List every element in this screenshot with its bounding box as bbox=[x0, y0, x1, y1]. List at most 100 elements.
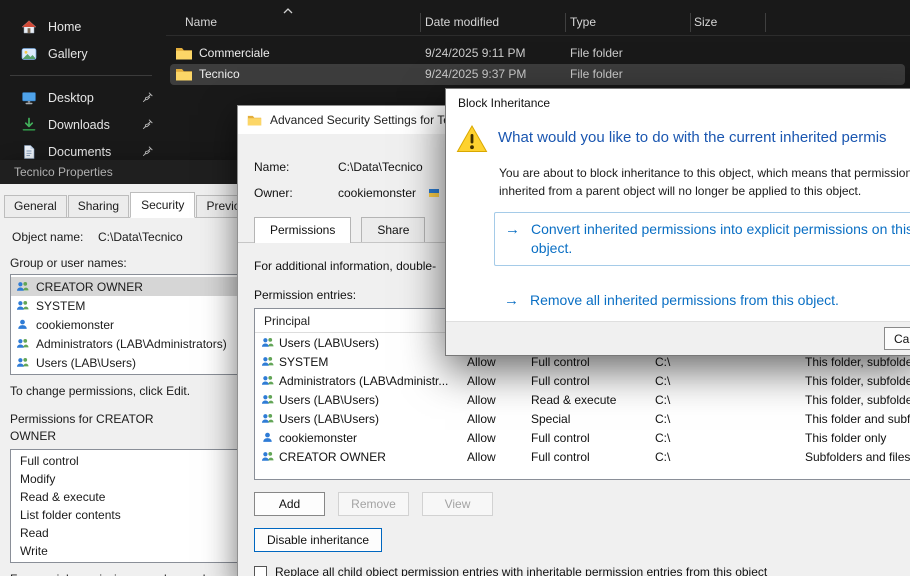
sidebar-item-gallery[interactable]: Gallery bbox=[0, 40, 166, 67]
sidebar-item-downloads[interactable]: Downloads bbox=[0, 111, 166, 138]
block-body-line2: inherited from a parent object will no l… bbox=[499, 182, 910, 200]
file-name: Commerciale bbox=[199, 46, 270, 60]
group-name: CREATOR OWNER bbox=[36, 280, 143, 294]
file-list-header: Name Date modified Type Size bbox=[166, 12, 910, 34]
group-icon bbox=[261, 450, 274, 463]
entry-applies-to: Subfolders and files ... bbox=[805, 450, 910, 464]
user-icon bbox=[261, 431, 274, 444]
column-separator bbox=[765, 13, 766, 32]
block-heading: What would you like to do with the curre… bbox=[498, 129, 887, 146]
remove-button[interactable]: Remove bbox=[338, 492, 409, 516]
entry-inherited-from: C:\ bbox=[655, 450, 670, 464]
name-label: Name: bbox=[254, 160, 338, 174]
properties-title: Tecnico Properties bbox=[14, 165, 113, 179]
disable-inheritance-button[interactable]: Disable inheritance bbox=[254, 528, 382, 552]
sidebar-item-label: Downloads bbox=[48, 118, 110, 132]
entry-access: Allow bbox=[467, 412, 496, 426]
entry-right: Full control bbox=[531, 374, 590, 388]
sidebar-item-home[interactable]: Home bbox=[0, 13, 166, 40]
sidebar-item-desktop[interactable]: Desktop bbox=[0, 84, 166, 111]
permission-entry-row[interactable]: cookiemonster Allow Full control C:\ Thi… bbox=[255, 428, 910, 447]
pin-icon bbox=[142, 118, 154, 130]
convert-permissions-command-link[interactable]: → Convert inherited permissions into exp… bbox=[494, 212, 910, 266]
object-name-value: C:\Data\Tecnico bbox=[98, 230, 183, 244]
entry-inherited-from: C:\ bbox=[655, 412, 670, 426]
tab-general[interactable]: General bbox=[4, 195, 67, 217]
entry-right: Full control bbox=[531, 431, 590, 445]
owner-badge-icon bbox=[428, 187, 440, 199]
pin-icon bbox=[142, 145, 154, 157]
permission-entry-row[interactable]: CREATOR OWNER Allow Full control C:\ Sub… bbox=[255, 447, 910, 466]
entry-access: Allow bbox=[467, 355, 496, 369]
group-name: Users (LAB\Users) bbox=[36, 356, 136, 370]
sidebar-separator bbox=[10, 75, 152, 76]
column-header-principal[interactable]: Principal bbox=[264, 314, 310, 328]
add-button[interactable]: Add bbox=[254, 492, 325, 516]
cancel-button[interactable]: Ca bbox=[884, 327, 910, 350]
arrow-right-icon: → bbox=[504, 291, 519, 311]
replace-permissions-checkbox[interactable] bbox=[254, 566, 267, 576]
entry-inherited-from: C:\ bbox=[655, 374, 670, 388]
command-link-label: Convert inherited permissions into expli… bbox=[531, 220, 910, 258]
command-link-label: Remove all inherited permissions from th… bbox=[530, 291, 839, 311]
block-title: Block Inheritance bbox=[458, 96, 550, 110]
warning-icon bbox=[456, 124, 488, 154]
permission-entry-row[interactable]: Administrators (LAB\Administr... Allow F… bbox=[255, 371, 910, 390]
permission-entry-row[interactable]: Users (LAB\Users) Allow Read & execute C… bbox=[255, 390, 910, 409]
file-row[interactable]: Commerciale 9/24/2025 9:11 PM File folde… bbox=[170, 43, 905, 64]
block-footer: Ca bbox=[446, 321, 910, 355]
home-icon bbox=[21, 19, 37, 35]
view-button[interactable]: View bbox=[422, 492, 493, 516]
owner-label: Owner: bbox=[254, 186, 338, 200]
remove-permissions-command-link[interactable]: → Remove all inherited permissions from … bbox=[494, 284, 910, 318]
permission-entry-row[interactable]: Users (LAB\Users) Allow Special C:\ This… bbox=[255, 409, 910, 428]
file-date-modified: 9/24/2025 9:11 PM bbox=[425, 46, 526, 60]
column-separator bbox=[420, 13, 421, 32]
advanced-settings-note: For special permissions or advanced sett… bbox=[10, 571, 245, 576]
block-body-line1: You are about to block inheritance to th… bbox=[499, 164, 910, 182]
group-icon bbox=[16, 337, 29, 350]
group-icon bbox=[16, 280, 29, 293]
entry-applies-to: This folder and subf... bbox=[805, 412, 910, 426]
permissions-for-label: Permissions for CREATOR OWNER bbox=[10, 411, 170, 445]
column-header-size[interactable]: Size bbox=[694, 15, 717, 29]
file-row-selected[interactable]: Tecnico 9/24/2025 9:37 PM File folder bbox=[170, 64, 905, 85]
entry-principal: CREATOR OWNER bbox=[279, 450, 386, 464]
downloads-icon bbox=[21, 117, 37, 133]
column-header-date-modified[interactable]: Date modified bbox=[425, 15, 499, 29]
block-titlebar[interactable]: Block Inheritance bbox=[446, 89, 910, 116]
tab-sharing[interactable]: Sharing bbox=[68, 195, 129, 217]
column-header-name[interactable]: Name bbox=[185, 15, 217, 29]
group-icon bbox=[16, 356, 29, 369]
group-icon bbox=[261, 336, 274, 349]
file-date-modified: 9/24/2025 9:37 PM bbox=[425, 67, 526, 81]
tab-share[interactable]: Share bbox=[361, 217, 425, 242]
sidebar-item-label: Desktop bbox=[48, 91, 94, 105]
tab-security[interactable]: Security bbox=[130, 192, 195, 218]
pin-icon bbox=[142, 91, 154, 103]
owner-value: cookiemonster bbox=[338, 186, 416, 200]
entry-principal: cookiemonster bbox=[279, 431, 357, 445]
block-body-text: You are about to block inheritance to th… bbox=[499, 164, 910, 200]
entry-inherited-from: C:\ bbox=[655, 355, 670, 369]
group-icon bbox=[261, 374, 274, 387]
gallery-icon bbox=[21, 46, 37, 62]
column-header-type[interactable]: Type bbox=[570, 15, 596, 29]
desktop-icon bbox=[21, 90, 37, 106]
user-icon bbox=[16, 318, 29, 331]
name-value: C:\Data\Tecnico bbox=[338, 160, 423, 174]
file-type: File folder bbox=[570, 67, 623, 81]
entry-applies-to: This folder, subfolde... bbox=[805, 393, 910, 407]
group-name: Administrators (LAB\Administrators) bbox=[36, 337, 227, 351]
advanced-title: Advanced Security Settings for Te bbox=[270, 113, 450, 127]
entry-principal: Users (LAB\Users) bbox=[279, 336, 379, 350]
file-name: Tecnico bbox=[199, 67, 240, 81]
sidebar-item-label: Home bbox=[48, 20, 81, 34]
entry-principal: Users (LAB\Users) bbox=[279, 412, 379, 426]
folder-icon bbox=[175, 46, 193, 61]
entry-access: Allow bbox=[467, 393, 496, 407]
entry-inherited-from: C:\ bbox=[655, 431, 670, 445]
tab-permissions[interactable]: Permissions bbox=[254, 217, 351, 243]
entry-right: Special bbox=[531, 412, 570, 426]
entry-principal: Administrators (LAB\Administr... bbox=[279, 374, 448, 388]
